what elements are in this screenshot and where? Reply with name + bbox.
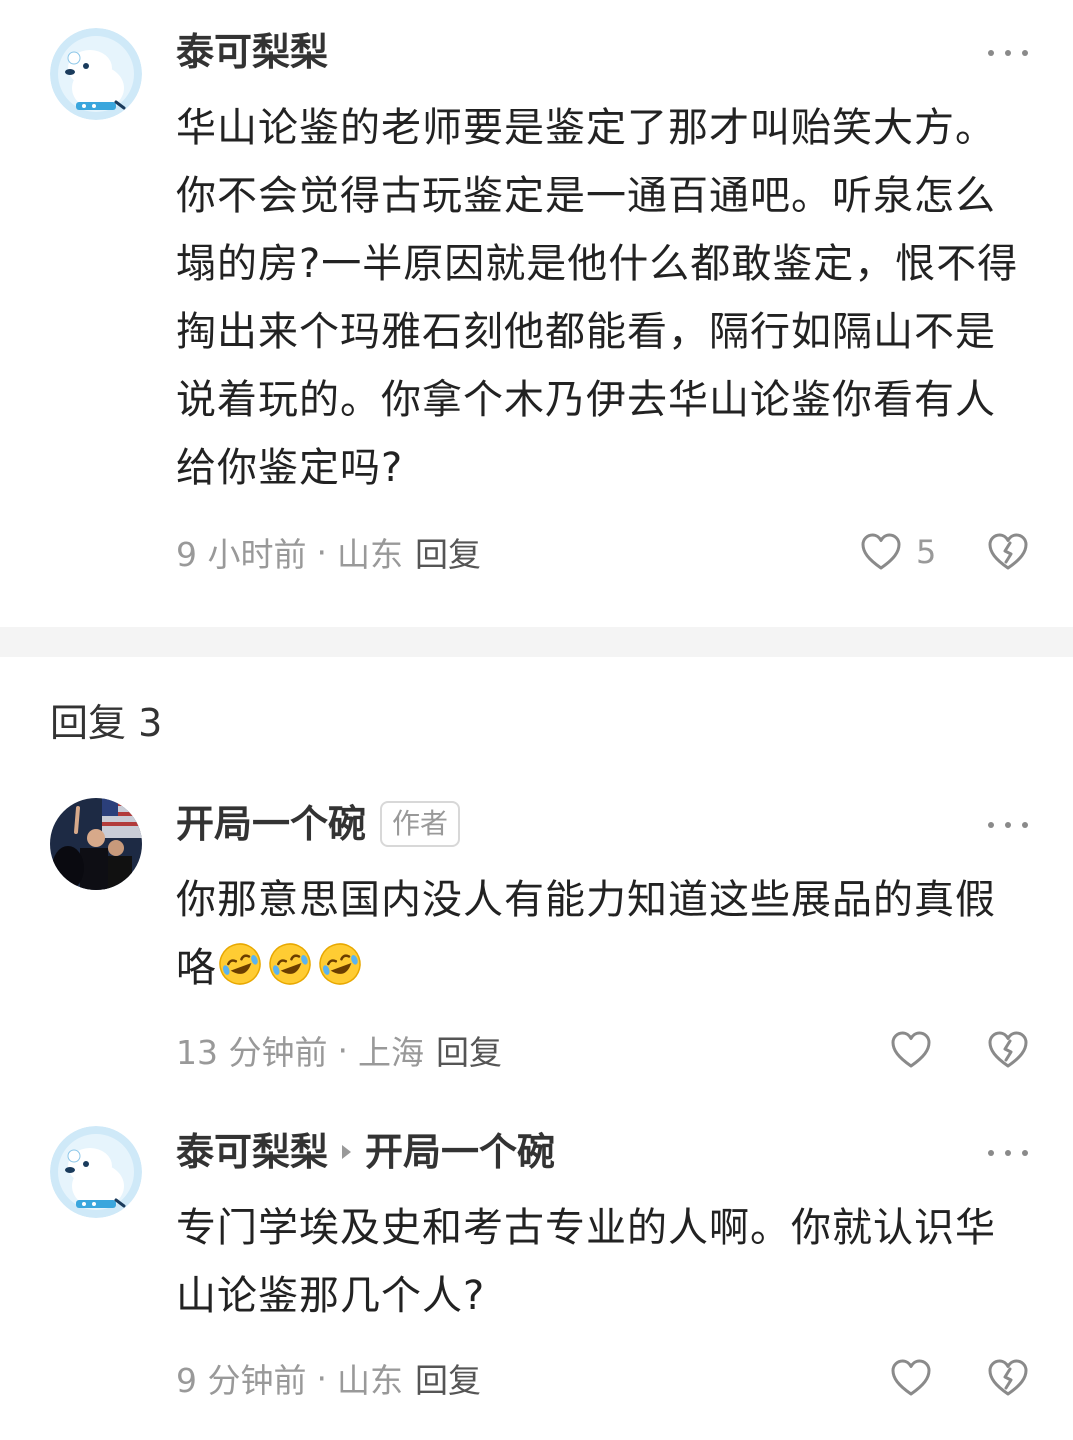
username[interactable]: 泰可梨梨 — [176, 1126, 328, 1178]
reply-button[interactable]: 回复 — [436, 1026, 502, 1074]
like-button[interactable]: 5 — [860, 530, 936, 574]
username[interactable]: 泰可梨梨 — [176, 26, 328, 78]
photo-avatar-icon — [50, 798, 142, 890]
heart-icon — [891, 1359, 931, 1396]
separator-dot: · — [337, 1030, 348, 1070]
separator-dot: · — [316, 532, 328, 572]
more-dot-icon — [988, 1150, 994, 1156]
broken-heart-icon — [988, 1359, 1028, 1396]
reply-time: 9 分钟前 — [176, 1361, 307, 1400]
more-dot-icon — [988, 822, 994, 828]
comment-text: 华山论鉴的老师要是鉴定了那才叫贻笑大方。你不会觉得古玩鉴定是一通百通吧。听泉怎么… — [176, 105, 1019, 491]
heart-icon — [861, 533, 901, 570]
reply-location: 山东 — [337, 1361, 403, 1400]
rofl-emoji-icon — [219, 943, 261, 985]
more-dot-icon — [1022, 1150, 1028, 1156]
main-comment: 泰可梨梨 华山论鉴的老师要是鉴定了那才叫贻笑大方。你不会觉得古玩鉴定是一通百通吧… — [0, 0, 1073, 627]
separator-dot: · — [316, 1358, 328, 1398]
more-dot-icon — [1005, 822, 1011, 828]
more-options-button[interactable] — [984, 810, 1032, 840]
rofl-emoji-icon — [269, 943, 311, 985]
broken-heart-icon — [988, 1031, 1028, 1068]
reply-meta: 9 分钟前 · 山东 回复 — [176, 1354, 481, 1402]
reply-location: 上海 — [357, 1033, 424, 1072]
avatar[interactable] — [50, 1126, 142, 1218]
dislike-button[interactable] — [986, 1028, 1030, 1072]
more-options-button[interactable] — [984, 38, 1032, 68]
polar-bear-avatar-icon — [50, 28, 142, 120]
reply-text: 专门学埃及史和考古专业的人啊。你就认识华山论鉴那几个人? — [176, 1205, 996, 1319]
like-count: 5 — [916, 533, 937, 571]
avatar[interactable] — [50, 28, 142, 120]
rofl-emoji-icon — [319, 943, 361, 985]
username-row: 泰可梨梨 开局一个碗 — [176, 1126, 555, 1178]
emoji-group — [217, 943, 367, 991]
more-dot-icon — [1022, 50, 1028, 56]
section-divider — [0, 627, 1073, 657]
username[interactable]: 开局一个碗 — [176, 798, 366, 850]
reply-to-arrow-icon — [342, 1145, 352, 1159]
more-dot-icon — [1022, 822, 1028, 828]
reply-text: 你那意思国内没人有能力知道这些展品的真假咯 — [176, 866, 1036, 1002]
replies-count-header: 回复 3 — [50, 701, 163, 745]
reply-button[interactable]: 回复 — [415, 1354, 481, 1402]
polar-bear-avatar-icon — [50, 1126, 142, 1218]
author-badge: 作者 — [380, 801, 461, 847]
broken-heart-icon — [988, 533, 1028, 570]
more-dot-icon — [988, 50, 994, 56]
reply-time: 13 分钟前 — [176, 1033, 328, 1072]
dislike-button[interactable] — [986, 1356, 1030, 1400]
reply-item: 开局一个碗 作者 你那意思国内没人有能力知道这些展品的真假咯 13 分钟前 · … — [0, 780, 1073, 1100]
reply-meta: 13 分钟前 · 上海 回复 — [176, 1026, 502, 1074]
comment-location: 山东 — [337, 535, 403, 574]
dislike-button[interactable] — [986, 530, 1030, 574]
username-row: 泰可梨梨 — [176, 26, 328, 78]
like-button[interactable] — [890, 1356, 932, 1400]
reply-button[interactable]: 回复 — [415, 528, 481, 576]
more-options-button[interactable] — [984, 1138, 1032, 1168]
reply-to-username[interactable]: 开局一个碗 — [365, 1126, 555, 1178]
username-row: 开局一个碗 作者 — [176, 798, 461, 850]
comment-time: 9 小时前 — [176, 535, 307, 574]
more-dot-icon — [1005, 50, 1011, 56]
avatar[interactable] — [50, 798, 142, 890]
more-dot-icon — [1005, 1150, 1011, 1156]
comment-meta: 9 小时前 · 山东 回复 — [176, 528, 481, 576]
like-button[interactable] — [890, 1028, 932, 1072]
reply-item: 泰可梨梨 开局一个碗 专门学埃及史和考古专业的人啊。你就认识华山论鉴那几个人? … — [0, 1108, 1073, 1440]
heart-icon — [891, 1031, 931, 1068]
